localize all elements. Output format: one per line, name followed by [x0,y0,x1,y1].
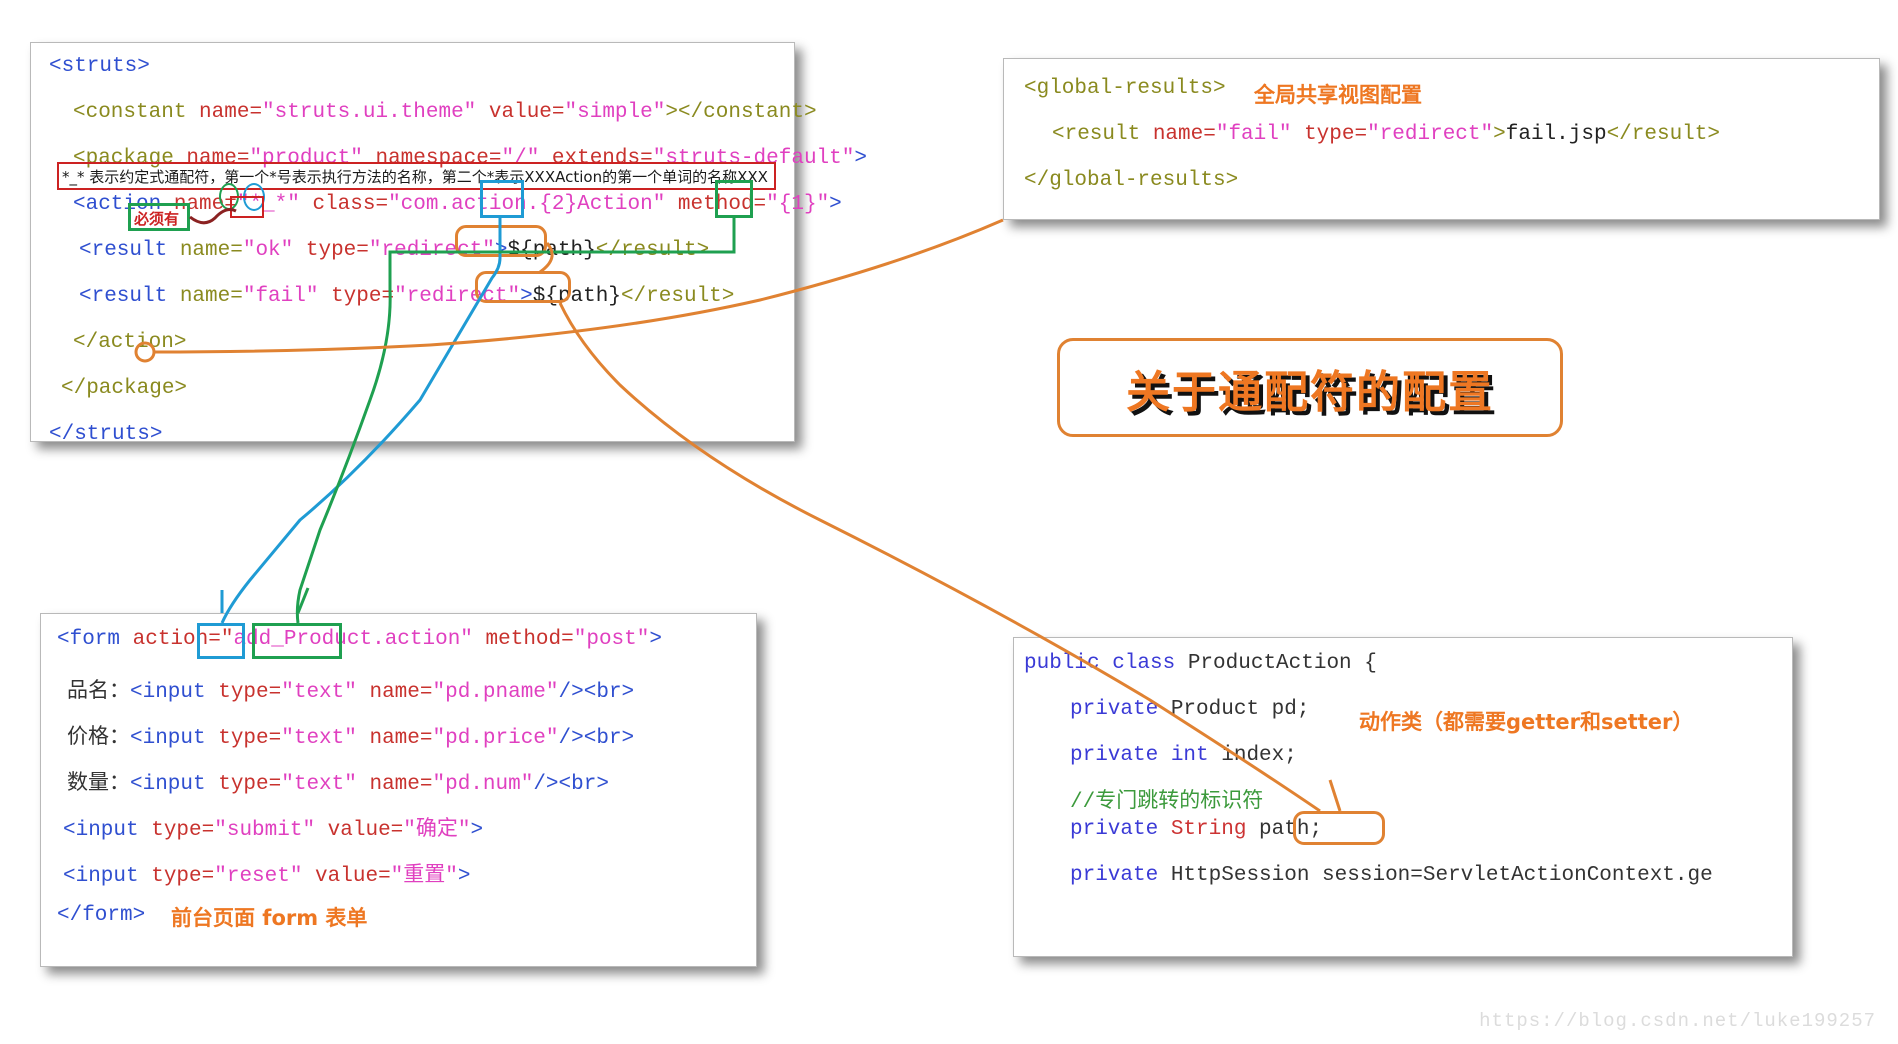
path-fail-box [475,271,571,303]
code-line-class-decl: public class ProductAction { [1024,652,1377,675]
code-line-pname: 品名：<input type="text" name="pd.pname"/><… [67,681,635,704]
code-line-field-path: private String path; [1070,818,1323,841]
code-line-submit: <input type="submit" value="确定"> [63,819,484,842]
path-field-box [1293,811,1385,845]
code-line-package-close: </package> [61,377,188,400]
underscore-box [230,196,264,218]
code-line-field-index: private int index; [1070,744,1297,767]
code-line-field-pd: private Product pd; [1070,698,1310,721]
slide-canvas: <struts> <constant name="struts.ui.theme… [0,0,1898,1044]
green-leader [296,587,310,614]
jsp-form-code-panel: <form action="add_Product.action" method… [40,613,757,967]
brace-one-box [715,180,753,218]
struts-xml-code-panel: <struts> <constant name="struts.ui.theme… [30,42,867,446]
code-line-reset: <input type="reset" value="重置"> [63,865,471,888]
code-line-price: 价格：<input type="text" name="pd.price"/><… [67,727,635,750]
code-line-field-session: private HttpSession session=ServletActio… [1070,864,1713,887]
code-line-global-close: </global-results> [1024,169,1239,192]
wildcard-note-text: *_* 表示约定式通配符，第一个*号表示执行方法的名称，第二个*表示XXXAct… [62,168,768,186]
form-note: 前台页面 form 表单 [171,906,368,930]
code-line-constant: <constant name="struts.ui.theme" value="… [73,101,817,124]
java-note: 动作类（都需要getter和setter） [1359,710,1694,734]
code-line-result-ok: <result name="ok" type="redirect">${path… [79,239,710,262]
code-line-num: 数量：<input type="text" name="pd.num"/><br… [67,773,609,796]
code-line-result-fail: <result name="fail" type="redirect">${pa… [79,285,735,308]
code-line-global-open: <global-results> [1024,77,1226,100]
product-highlight-box [252,623,342,659]
code-line-action-close: </action> [73,331,187,354]
watermark: https://blog.csdn.net/luke199257 [1479,1010,1876,1032]
code-line-struts-open: <struts> [49,55,150,78]
code-line-struts-close: </struts> [49,423,163,446]
code-line-comment: //专门跳转的标识符 [1070,791,1264,814]
product-action-java-panel: public class ProductAction { private Pro… [1013,637,1793,957]
code-line-form-close: </form> [57,904,146,927]
brace-two-box [480,180,524,218]
code-line-form-open: <form action="add_Product.action" method… [57,628,662,651]
slide-title: 关于通配符的配置 [1126,366,1494,418]
must-have-label: 必须有 [134,210,180,228]
add-highlight-box [197,623,245,659]
code-line-global-result: <result name="fail" type="redirect">fail… [1052,123,1720,146]
slide-title-box: 关于通配符的配置 [1057,338,1563,437]
global-results-code-panel: <global-results> 全局共享视图配置 <result name="… [1003,58,1880,220]
path-ok-box [455,225,547,257]
global-results-note: 全局共享视图配置 [1254,83,1422,107]
